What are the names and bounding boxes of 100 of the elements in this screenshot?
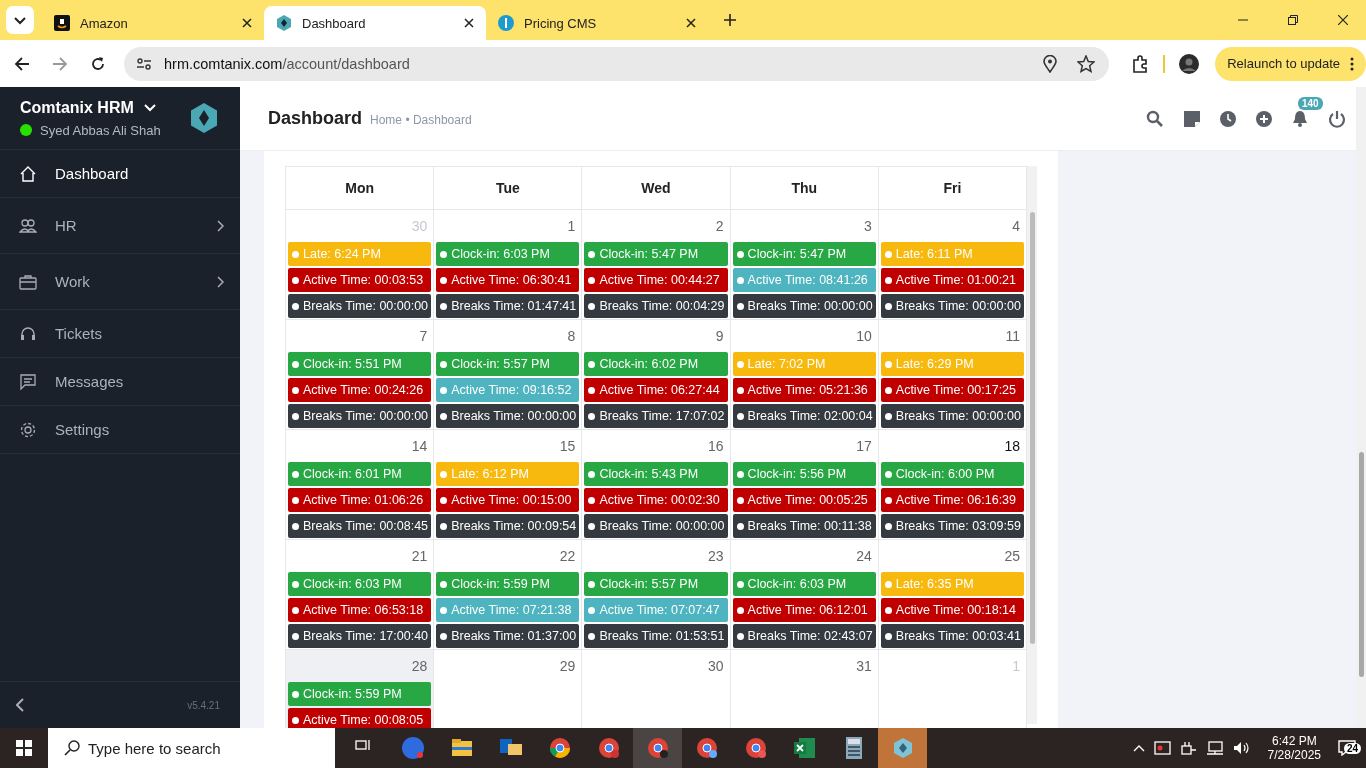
calendar-event[interactable]: Breaks Time: 17:00:40 xyxy=(288,624,432,648)
calendar-event[interactable]: Active Time: 00:05:25 xyxy=(732,488,876,512)
calendar-event[interactable]: Active Time: 00:17:25 xyxy=(880,378,1024,402)
browser-icon[interactable] xyxy=(547,736,572,760)
day-number: 30 xyxy=(411,218,429,234)
bell-icon[interactable] xyxy=(1292,110,1308,127)
site-settings-icon[interactable] xyxy=(136,55,152,72)
windows-start-icon[interactable] xyxy=(16,740,32,756)
plus-circle-icon[interactable] xyxy=(1256,110,1272,127)
browser-icon[interactable] xyxy=(694,736,719,760)
taskbar-search-field[interactable]: Type here to search xyxy=(48,728,335,768)
calendar-event[interactable]: Breaks Time: 01:37:00 xyxy=(436,624,580,648)
note-icon[interactable] xyxy=(1184,110,1200,127)
star-icon[interactable] xyxy=(1077,54,1096,73)
calendar-event[interactable]: Active Time: 00:18:14 xyxy=(880,598,1024,622)
location-pin-icon[interactable] xyxy=(1043,54,1058,73)
calendar-event[interactable]: Breaks Time: 00:00:00 xyxy=(584,514,728,538)
calendar-event[interactable]: Active Time: 05:21:36 xyxy=(732,378,876,402)
day-number: 7 xyxy=(419,328,429,344)
forward-icon[interactable] xyxy=(52,55,68,72)
restore-icon[interactable] xyxy=(1288,15,1298,25)
calendar-event[interactable]: Active Time: 01:06:26 xyxy=(288,488,432,512)
gear-icon xyxy=(19,420,37,439)
calendar-event[interactable]: Breaks Time: 02:00:04 xyxy=(732,404,876,428)
calendar-event[interactable]: Active Time: 00:24:26 xyxy=(288,378,432,402)
day-number: 30 xyxy=(708,658,725,674)
calendar-event[interactable]: Breaks Time: 00:00:00 xyxy=(436,404,580,428)
avatar-icon[interactable] xyxy=(1179,53,1200,74)
video-app-icon[interactable] xyxy=(400,736,425,760)
chevron-up-icon[interactable] xyxy=(1132,744,1145,752)
calendar-event[interactable]: Active Time: 00:44:27 xyxy=(584,268,728,292)
calendar-event[interactable]: Active Time: 00:15:00 xyxy=(436,488,580,512)
calendar-event[interactable]: Breaks Time: 01:53:51 xyxy=(584,624,728,648)
clock-icon[interactable] xyxy=(1220,110,1236,127)
calendar-event[interactable]: Breaks Time: 00:00:00 xyxy=(880,294,1024,318)
browser-icon[interactable] xyxy=(645,736,670,760)
browser-icon[interactable] xyxy=(596,736,621,760)
day-number: 1 xyxy=(567,218,577,234)
network-icon[interactable] xyxy=(1205,740,1224,756)
calendar-event[interactable]: Breaks Time: 17:07:02 xyxy=(584,404,728,428)
calendar-event[interactable]: Breaks Time: 00:04:29 xyxy=(584,294,728,318)
calendar-event[interactable]: Active Time: 00:08:05 xyxy=(288,708,432,728)
page-title: Dashboard xyxy=(268,108,363,129)
scrollbar[interactable] xyxy=(1027,166,1037,724)
calendar-event[interactable]: Breaks Time: 00:00:00 xyxy=(880,404,1024,428)
calendar-event[interactable]: Breaks Time: 02:43:07 xyxy=(732,624,876,648)
day-number: 21 xyxy=(411,548,429,564)
extensions-icon[interactable] xyxy=(1131,54,1150,73)
calendar-event[interactable]: Active Time: 01:00:21 xyxy=(880,268,1024,292)
close-icon[interactable] xyxy=(1338,15,1348,25)
tab-title: Amazon xyxy=(80,15,129,31)
calendar-event[interactable]: Breaks Time: 00:11:38 xyxy=(732,514,876,538)
tab-list-icon[interactable] xyxy=(6,6,34,34)
power-plug-icon[interactable] xyxy=(1180,740,1197,756)
calendar-event[interactable]: Active Time: 00:02:30 xyxy=(584,488,728,512)
reload-icon[interactable] xyxy=(90,55,106,72)
power-icon[interactable] xyxy=(1328,109,1346,128)
new-tab-icon[interactable] xyxy=(724,14,736,26)
chevron-down-icon[interactable] xyxy=(143,103,156,112)
browser-icon[interactable] xyxy=(743,736,768,760)
calendar-event[interactable]: Breaks Time: 00:09:54 xyxy=(436,514,580,538)
calendar-event[interactable]: Breaks Time: 00:00:00 xyxy=(732,294,876,318)
day-number: 2 xyxy=(715,218,725,234)
browser-tab[interactable]: Amazon xyxy=(42,6,264,40)
browser-tab[interactable]: Pricing CMS xyxy=(486,6,708,40)
search-icon[interactable] xyxy=(1146,109,1164,128)
calendar-event[interactable]: Breaks Time: 03:09:59 xyxy=(880,514,1024,538)
speaker-icon[interactable] xyxy=(1232,740,1251,756)
clock-date[interactable]: 7/28/2025 xyxy=(1267,748,1321,762)
close-icon[interactable] xyxy=(464,18,474,28)
relaunch-button[interactable]: Relaunch to update xyxy=(1215,46,1366,81)
address-bar[interactable]: hrm.comtanix.com/account/dashboard xyxy=(124,46,1110,81)
day-number: 1 xyxy=(1012,658,1021,674)
back-icon[interactable] xyxy=(14,55,30,72)
day-number: 16 xyxy=(708,438,725,454)
calendar-event[interactable]: Breaks Time: 00:03:41 xyxy=(880,624,1024,648)
collapse-icon[interactable] xyxy=(16,698,24,712)
day-cell[interactable]: 28 Clock-in: 5:59 PM Active Time: 00:08:05 xyxy=(286,650,435,728)
calendar-event[interactable]: Active Time: 06:16:39 xyxy=(880,488,1024,512)
browser-tab[interactable]: Dashboard xyxy=(264,6,486,40)
calendar-event[interactable]: Active Time: 06:27:44 xyxy=(584,378,728,402)
calendar-event[interactable]: Breaks Time: 00:00:00 xyxy=(288,294,432,318)
more-icon xyxy=(1350,56,1354,71)
calendar-event[interactable]: Breaks Time: 00:08:45 xyxy=(288,514,432,538)
calendar-event[interactable]: Active Time: 06:12:01 xyxy=(732,598,876,622)
close-icon[interactable] xyxy=(686,18,696,28)
hexagon-logo-icon xyxy=(276,15,292,31)
clock-time[interactable]: 6:42 PM xyxy=(1271,734,1317,748)
app-name[interactable]: Comtanix HRM xyxy=(20,98,134,117)
house-icon xyxy=(19,164,37,183)
calendar-event[interactable]: Breaks Time: 01:47:41 xyxy=(436,294,580,318)
calendar-event[interactable]: Active Time: 06:30:41 xyxy=(436,268,580,292)
calendar-event[interactable]: Breaks Time: 00:00:00 xyxy=(288,404,432,428)
url-text: hrm.comtanix.com/account/dashboard xyxy=(164,55,411,72)
calendar-event[interactable]: Active Time: 00:03:53 xyxy=(288,268,432,292)
calendar-event[interactable]: Active Time: 06:53:18 xyxy=(288,598,432,622)
close-icon[interactable] xyxy=(242,18,252,28)
page-scrollbar[interactable] xyxy=(1356,87,1366,728)
day-number: 11 xyxy=(1005,328,1021,344)
spreadsheet-app-icon[interactable] xyxy=(792,736,817,760)
